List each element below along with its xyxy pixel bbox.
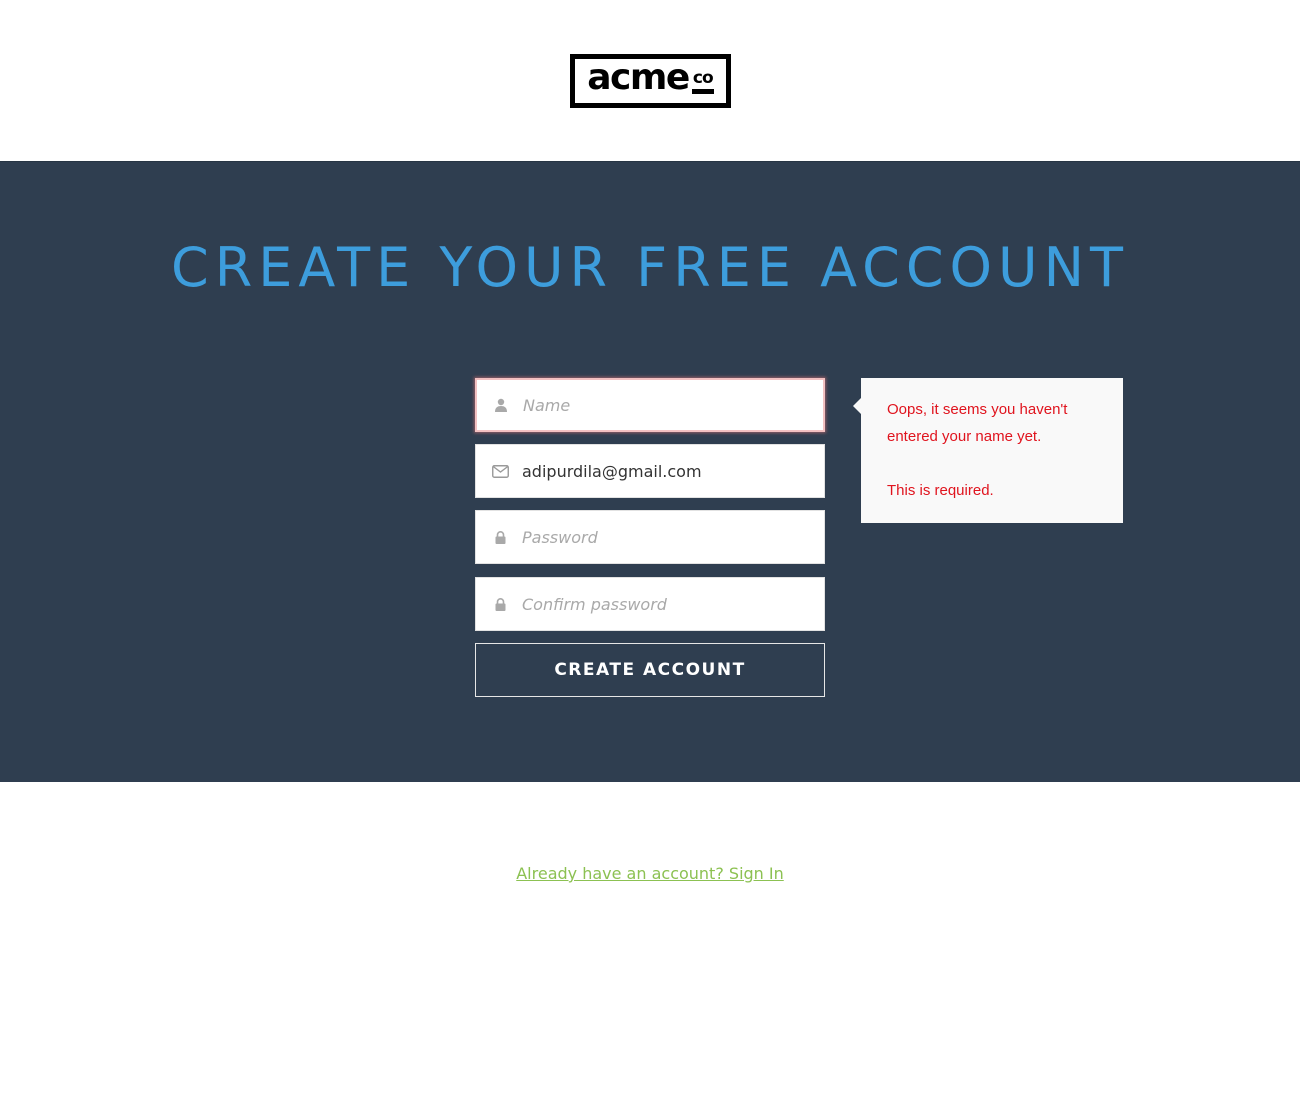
- name-field[interactable]: [475, 378, 825, 432]
- password-field[interactable]: [475, 510, 825, 564]
- name-input[interactable]: [523, 380, 823, 430]
- user-icon: [479, 398, 523, 412]
- page-title: CREATE YOUR FREE ACCOUNT: [171, 236, 1129, 299]
- lock-icon: [478, 530, 522, 544]
- confirm-password-field[interactable]: [475, 577, 825, 631]
- email-input[interactable]: [522, 445, 824, 497]
- signin-row: Already have an account? Sign In: [0, 864, 1300, 883]
- name-error-tooltip: Oops, it seems you haven't entered your …: [853, 378, 1123, 523]
- create-account-button[interactable]: CREATE ACCOUNT: [475, 643, 825, 697]
- email-field[interactable]: [475, 444, 825, 498]
- acme-logo[interactable]: acme co: [570, 54, 731, 108]
- logo-suffix: co: [691, 70, 714, 94]
- header: acme co: [0, 0, 1300, 161]
- sign-in-link[interactable]: Already have an account? Sign In: [516, 864, 784, 883]
- password-input[interactable]: [522, 511, 824, 563]
- logo-text: acme: [587, 57, 690, 98]
- envelope-icon: [478, 464, 522, 478]
- confirm-password-input[interactable]: [522, 578, 824, 630]
- error-message: Oops, it seems you haven't entered your …: [887, 401, 1068, 445]
- lock-icon: [478, 597, 522, 611]
- required-message: This is required.: [887, 482, 994, 499]
